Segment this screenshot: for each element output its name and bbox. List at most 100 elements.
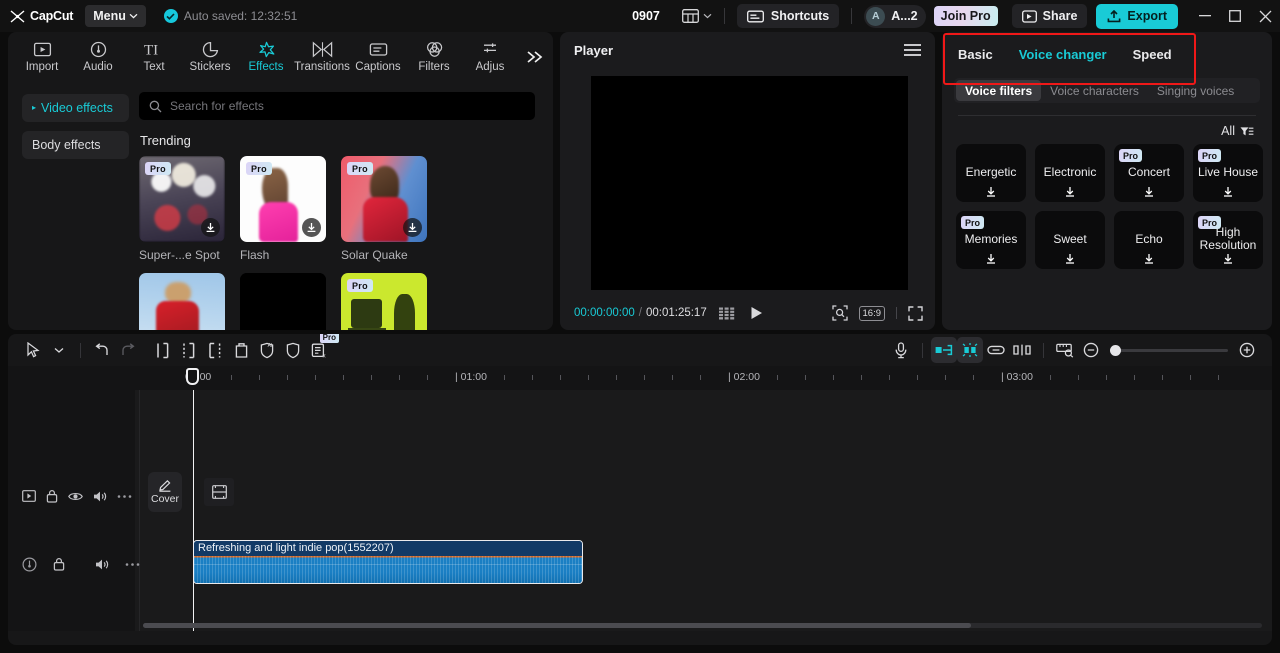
voice-filter-high-resolution[interactable]: Pro High Resolution bbox=[1193, 211, 1263, 269]
scrollbar-thumb[interactable] bbox=[143, 623, 972, 628]
volume-icon[interactable] bbox=[95, 558, 109, 571]
video-track-icon[interactable] bbox=[22, 490, 36, 502]
voice-filter-electronic[interactable]: Electronic bbox=[1035, 144, 1105, 202]
mask-icon[interactable] bbox=[280, 337, 306, 363]
audio-track-icon[interactable] bbox=[22, 556, 37, 572]
aspect-ratio-button[interactable]: 16:9 bbox=[858, 305, 885, 321]
select-dropdown-icon[interactable] bbox=[46, 337, 72, 363]
video-preview-stage[interactable] bbox=[591, 76, 908, 290]
download-icon[interactable] bbox=[403, 218, 422, 237]
effect-thumbnail[interactable]: Pro bbox=[240, 156, 326, 242]
delete-icon[interactable] bbox=[228, 337, 254, 363]
snap-icon[interactable] bbox=[931, 337, 957, 363]
export-button[interactable]: Export bbox=[1096, 3, 1178, 29]
audio-clip[interactable]: Refreshing and light indie pop(1552207) bbox=[193, 540, 583, 584]
tool-tab-import[interactable]: Import bbox=[14, 33, 70, 81]
filter-all-button[interactable]: All bbox=[1221, 124, 1254, 138]
share-button[interactable]: Share bbox=[1011, 4, 1088, 28]
effect-card[interactable]: Pro bbox=[341, 273, 427, 330]
ai-mask-icon[interactable]: AI bbox=[254, 337, 280, 363]
keyframe-icon[interactable] bbox=[1009, 337, 1035, 363]
voice-filter-live-house[interactable]: Pro Live House bbox=[1193, 144, 1263, 202]
play-button[interactable] bbox=[750, 306, 763, 320]
voice-filter-concert[interactable]: Pro Concert bbox=[1114, 144, 1184, 202]
effect-thumbnail[interactable]: Pro bbox=[341, 156, 427, 242]
zoom-out-icon[interactable] bbox=[1078, 337, 1104, 363]
lock-icon[interactable] bbox=[53, 557, 65, 571]
video-clip-placeholder[interactable] bbox=[204, 478, 234, 506]
effect-thumbnail[interactable] bbox=[139, 273, 225, 330]
menu-button[interactable]: Menu bbox=[85, 5, 146, 27]
playhead-handle[interactable] bbox=[186, 368, 199, 385]
tool-tab-transitions[interactable]: Transitions bbox=[294, 33, 350, 81]
auto-captions-icon[interactable]: x Pro bbox=[306, 334, 339, 363]
more-icon[interactable] bbox=[117, 494, 132, 499]
effect-card[interactable]: Pro Solar Quake bbox=[341, 156, 427, 262]
search-input[interactable] bbox=[170, 99, 525, 113]
download-icon[interactable] bbox=[1064, 253, 1076, 265]
effect-card[interactable] bbox=[139, 273, 225, 330]
tab-voice-changer[interactable]: Voice changer bbox=[1019, 47, 1107, 62]
effect-card[interactable]: Pro Super-...e Spot bbox=[139, 156, 225, 262]
tab-basic[interactable]: Basic bbox=[958, 47, 993, 62]
trim-right-icon[interactable] bbox=[202, 337, 228, 363]
download-icon[interactable] bbox=[1222, 186, 1234, 198]
voice-filter-energetic[interactable]: Energetic bbox=[956, 144, 1026, 202]
timeline-tracks[interactable]: Cover Refreshing and light indie pop(155… bbox=[8, 390, 1272, 631]
segment-voice-characters[interactable]: Voice characters bbox=[1041, 80, 1148, 101]
zoom-slider-knob[interactable] bbox=[1110, 344, 1121, 356]
cover-button[interactable]: Cover bbox=[148, 472, 182, 512]
chevron-double-right-icon[interactable] bbox=[521, 44, 549, 70]
microphone-icon[interactable] bbox=[888, 337, 914, 363]
more-icon[interactable] bbox=[125, 562, 140, 567]
trim-left-icon[interactable] bbox=[176, 337, 202, 363]
effect-card[interactable]: Pro Flash bbox=[240, 156, 326, 262]
timeline-horizontal-scrollbar[interactable] bbox=[143, 623, 1262, 628]
zoom-slider[interactable] bbox=[1110, 344, 1228, 356]
sidebar-item-video-effects[interactable]: ▸ Video effects bbox=[22, 94, 129, 122]
maximize-button[interactable] bbox=[1220, 0, 1250, 32]
download-icon[interactable] bbox=[985, 186, 997, 198]
download-icon[interactable] bbox=[302, 218, 321, 237]
tool-tab-adjust[interactable]: Adjus bbox=[462, 33, 518, 81]
frame-list-icon[interactable] bbox=[718, 307, 736, 320]
fullscreen-icon[interactable] bbox=[908, 305, 923, 321]
tool-tab-captions[interactable]: Captions bbox=[350, 33, 406, 81]
effect-thumbnail[interactable] bbox=[240, 273, 326, 330]
volume-icon[interactable] bbox=[93, 490, 107, 503]
tool-tab-stickers[interactable]: Stickers bbox=[182, 33, 238, 81]
voice-filter-sweet[interactable]: Sweet bbox=[1035, 211, 1105, 269]
lock-icon[interactable] bbox=[46, 489, 58, 503]
join-pro-button[interactable]: Join Pro bbox=[933, 6, 998, 26]
download-icon[interactable] bbox=[201, 218, 220, 237]
download-icon[interactable] bbox=[1143, 186, 1155, 198]
layout-switch-button[interactable] bbox=[681, 9, 712, 23]
download-icon[interactable] bbox=[1064, 186, 1076, 198]
download-icon[interactable] bbox=[985, 253, 997, 265]
voice-filter-memories[interactable]: Pro Memories bbox=[956, 211, 1026, 269]
ruler-zoom-icon[interactable] bbox=[1052, 337, 1078, 363]
segment-voice-filters[interactable]: Voice filters bbox=[956, 80, 1042, 101]
tool-tab-text[interactable]: TI Text bbox=[126, 33, 182, 81]
download-icon[interactable] bbox=[1143, 253, 1155, 265]
sidebar-item-body-effects[interactable]: Body effects bbox=[22, 131, 129, 159]
effect-thumbnail[interactable]: Pro bbox=[341, 273, 427, 330]
download-icon[interactable] bbox=[1222, 253, 1234, 265]
magnify-frame-icon[interactable] bbox=[831, 305, 848, 321]
account-button[interactable]: A A...2 bbox=[864, 4, 926, 28]
segment-singing-voices[interactable]: Singing voices bbox=[1148, 80, 1243, 101]
tab-speed[interactable]: Speed bbox=[1133, 47, 1172, 62]
close-button[interactable] bbox=[1250, 0, 1280, 32]
split-icon[interactable] bbox=[150, 337, 176, 363]
undo-icon[interactable] bbox=[89, 337, 115, 363]
redo-icon[interactable] bbox=[115, 337, 141, 363]
link-icon[interactable] bbox=[983, 337, 1009, 363]
shortcuts-button[interactable]: Shortcuts bbox=[736, 4, 840, 28]
zoom-in-icon[interactable] bbox=[1234, 337, 1260, 363]
voice-filter-echo[interactable]: Echo bbox=[1114, 211, 1184, 269]
effect-thumbnail[interactable]: Pro bbox=[139, 156, 225, 242]
tool-tab-filters[interactable]: Filters bbox=[406, 33, 462, 81]
effect-card[interactable] bbox=[240, 273, 326, 330]
tool-tab-audio[interactable]: Audio bbox=[70, 33, 126, 81]
player-menu-icon[interactable] bbox=[904, 44, 921, 56]
